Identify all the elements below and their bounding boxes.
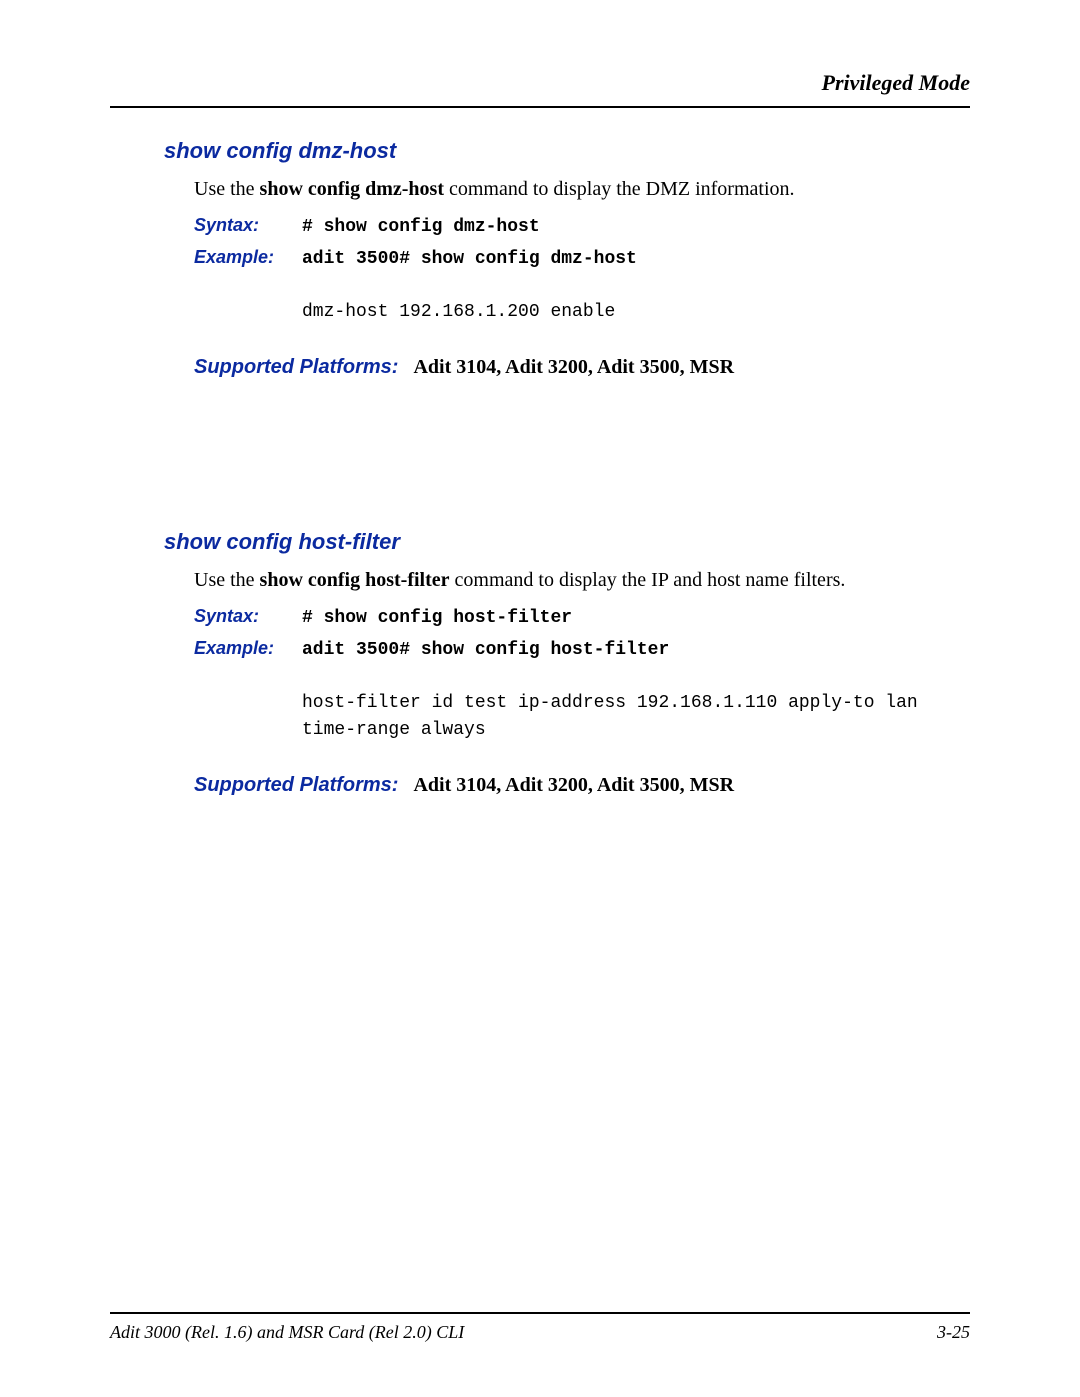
section-intro: Use the show config host-filter command …: [194, 569, 970, 592]
footer-doc-title: Adit 3000 (Rel. 1.6) and MSR Card (Rel 2…: [110, 1322, 464, 1343]
page-content: Privileged Mode show config dmz-host Use…: [0, 0, 1080, 797]
footer-page-number: 3-25: [937, 1322, 970, 1343]
page-header-mode: Privileged Mode: [110, 70, 970, 96]
supported-platforms: Supported Platforms: Adit 3104, Adit 320…: [194, 356, 970, 379]
syntax-row: Syntax: # show config dmz-host: [194, 215, 970, 237]
section-host-filter: show config host-filter Use the show con…: [110, 529, 970, 797]
footer-rule: [110, 1312, 970, 1314]
example-text: adit 3500# show config dmz-host: [302, 249, 637, 269]
intro-suffix: command to display the DMZ information.: [444, 178, 795, 200]
platforms-label: Supported Platforms:: [194, 774, 398, 796]
platforms-label: Supported Platforms:: [194, 356, 398, 378]
intro-command: show config dmz-host: [260, 178, 444, 200]
section-spacer: [110, 379, 970, 529]
intro-command: show config host-filter: [260, 569, 450, 591]
syntax-text: # show config host-filter: [302, 608, 572, 628]
intro-prefix: Use the: [194, 569, 260, 591]
example-output: host-filter id test ip-address 192.168.1…: [302, 690, 970, 744]
platforms-value: Adit 3104, Adit 3200, Adit 3500, MSR: [413, 356, 734, 378]
section-title: show config host-filter: [164, 529, 970, 555]
platforms-value: Adit 3104, Adit 3200, Adit 3500, MSR: [413, 774, 734, 796]
page-footer: Adit 3000 (Rel. 1.6) and MSR Card (Rel 2…: [110, 1312, 970, 1343]
footer-row: Adit 3000 (Rel. 1.6) and MSR Card (Rel 2…: [110, 1322, 970, 1343]
supported-platforms: Supported Platforms: Adit 3104, Adit 320…: [194, 774, 970, 797]
example-label: Example:: [194, 247, 290, 268]
syntax-text: # show config dmz-host: [302, 217, 540, 237]
example-text: adit 3500# show config host-filter: [302, 640, 669, 660]
example-label: Example:: [194, 638, 290, 659]
section-intro: Use the show config dmz-host command to …: [194, 178, 970, 201]
example-output: dmz-host 192.168.1.200 enable: [302, 299, 970, 326]
example-row: Example: adit 3500# show config host-fil…: [194, 638, 970, 660]
header-rule: [110, 106, 970, 108]
syntax-label: Syntax:: [194, 215, 290, 236]
section-dmz-host: show config dmz-host Use the show config…: [110, 138, 970, 379]
intro-prefix: Use the: [194, 178, 260, 200]
syntax-row: Syntax: # show config host-filter: [194, 606, 970, 628]
example-row: Example: adit 3500# show config dmz-host: [194, 247, 970, 269]
syntax-label: Syntax:: [194, 606, 290, 627]
section-title: show config dmz-host: [164, 138, 970, 164]
intro-suffix: command to display the IP and host name …: [450, 569, 846, 591]
